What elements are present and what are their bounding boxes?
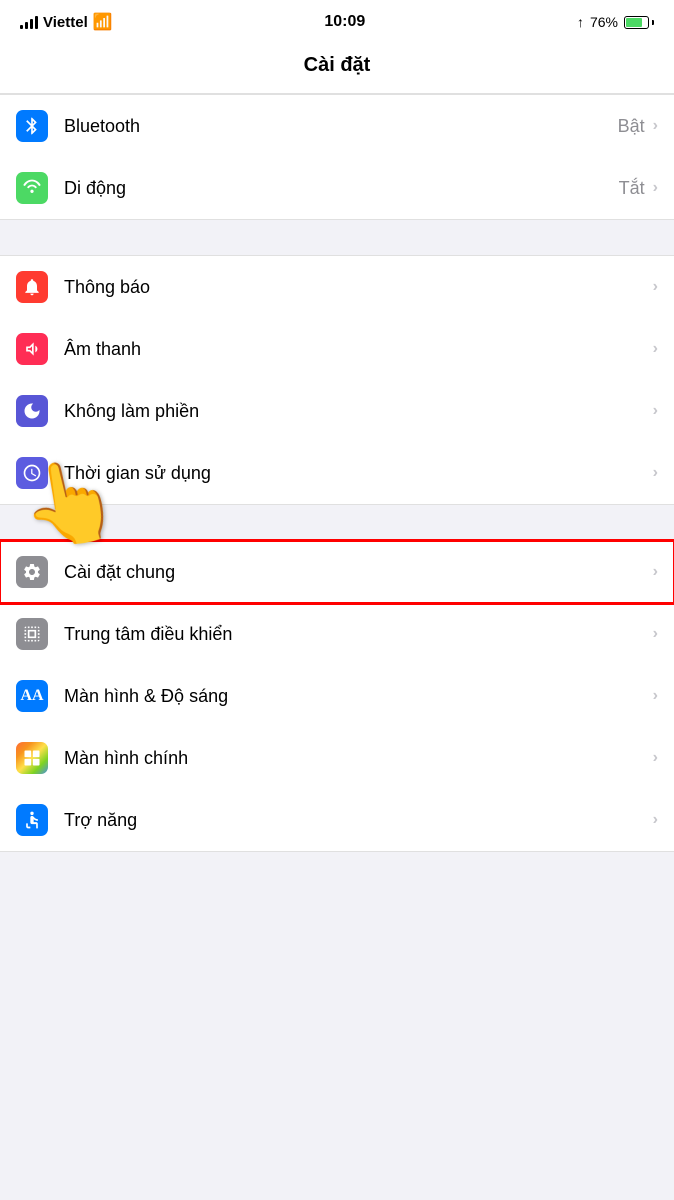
general-settings-icon bbox=[16, 556, 48, 588]
control-center-row[interactable]: Trung tâm điều khiển › bbox=[0, 603, 674, 665]
carrier-label: Viettel bbox=[43, 14, 88, 31]
spacer-bottom bbox=[0, 852, 674, 912]
dnd-chevron: › bbox=[653, 402, 658, 420]
home-screen-label: Màn hình chính bbox=[64, 748, 653, 769]
control-center-label: Trung tâm điều khiển bbox=[64, 624, 653, 645]
status-time: 10:09 bbox=[324, 13, 365, 31]
general-settings-chevron: › bbox=[653, 563, 658, 581]
control-center-chevron: › bbox=[653, 625, 658, 643]
notifications-chevron: › bbox=[653, 278, 658, 296]
notifications-row[interactable]: Thông báo › bbox=[0, 256, 674, 318]
dnd-label: Không làm phiền bbox=[64, 401, 653, 422]
sounds-row[interactable]: Âm thanh › bbox=[0, 318, 674, 380]
status-bar: Viettel 📶 10:09 ↑ 76% bbox=[0, 0, 674, 44]
screentime-row[interactable]: Thời gian sử dụng › bbox=[0, 442, 674, 504]
screentime-icon bbox=[16, 457, 48, 489]
connectivity-group: Bluetooth Bật › Di động Tắt › bbox=[0, 94, 674, 220]
notifications-icon bbox=[16, 271, 48, 303]
screentime-label: Thời gian sử dụng bbox=[64, 463, 653, 484]
bluetooth-chevron: › bbox=[653, 117, 658, 135]
general-row-wrapper: 👆 Cài đặt chung › bbox=[0, 541, 674, 603]
home-screen-chevron: › bbox=[653, 749, 658, 767]
bluetooth-icon bbox=[16, 110, 48, 142]
spacer-1 bbox=[0, 220, 674, 255]
mobile-label: Di động bbox=[64, 178, 619, 199]
accessibility-icon bbox=[16, 804, 48, 836]
dnd-row[interactable]: Không làm phiền › bbox=[0, 380, 674, 442]
sounds-label: Âm thanh bbox=[64, 339, 653, 360]
bluetooth-label: Bluetooth bbox=[64, 116, 618, 137]
status-right: ↑ 76% bbox=[577, 14, 654, 30]
screentime-chevron: › bbox=[653, 464, 658, 482]
wifi-icon: 📶 bbox=[93, 12, 113, 32]
bluetooth-row[interactable]: Bluetooth Bật › bbox=[0, 95, 674, 157]
general-settings-row[interactable]: Cài đặt chung › bbox=[0, 541, 674, 603]
mobile-value: Tắt bbox=[619, 178, 645, 199]
bluetooth-value: Bật bbox=[618, 116, 645, 137]
display-row[interactable]: AA Màn hình & Độ sáng › bbox=[0, 665, 674, 727]
display-chevron: › bbox=[653, 687, 658, 705]
general-group: 👆 Cài đặt chung › Trung tâm điều khiển ›… bbox=[0, 540, 674, 852]
system-group: Thông báo › Âm thanh › Không làm phiền › bbox=[0, 255, 674, 505]
mobile-icon bbox=[16, 172, 48, 204]
display-icon: AA bbox=[16, 680, 48, 712]
control-center-icon bbox=[16, 618, 48, 650]
spacer-2 bbox=[0, 505, 674, 540]
accessibility-row[interactable]: Trợ năng › bbox=[0, 789, 674, 851]
home-screen-row[interactable]: Màn hình chính › bbox=[0, 727, 674, 789]
sounds-chevron: › bbox=[653, 340, 658, 358]
navigation-bar: Cài đặt bbox=[0, 44, 674, 94]
location-icon: ↑ bbox=[577, 14, 584, 30]
page-title: Cài đặt bbox=[16, 54, 658, 77]
mobile-chevron: › bbox=[653, 179, 658, 197]
battery-percent: 76% bbox=[590, 14, 618, 30]
status-left: Viettel 📶 bbox=[20, 12, 113, 32]
accessibility-chevron: › bbox=[653, 811, 658, 829]
sounds-icon bbox=[16, 333, 48, 365]
battery-indicator bbox=[624, 16, 654, 29]
general-settings-label: Cài đặt chung bbox=[64, 562, 653, 583]
signal-bars-icon bbox=[20, 15, 38, 29]
home-screen-icon bbox=[16, 742, 48, 774]
display-label: Màn hình & Độ sáng bbox=[64, 686, 653, 707]
notifications-label: Thông báo bbox=[64, 277, 653, 298]
accessibility-label: Trợ năng bbox=[64, 810, 653, 831]
mobile-row[interactable]: Di động Tắt › bbox=[0, 157, 674, 219]
dnd-icon bbox=[16, 395, 48, 427]
